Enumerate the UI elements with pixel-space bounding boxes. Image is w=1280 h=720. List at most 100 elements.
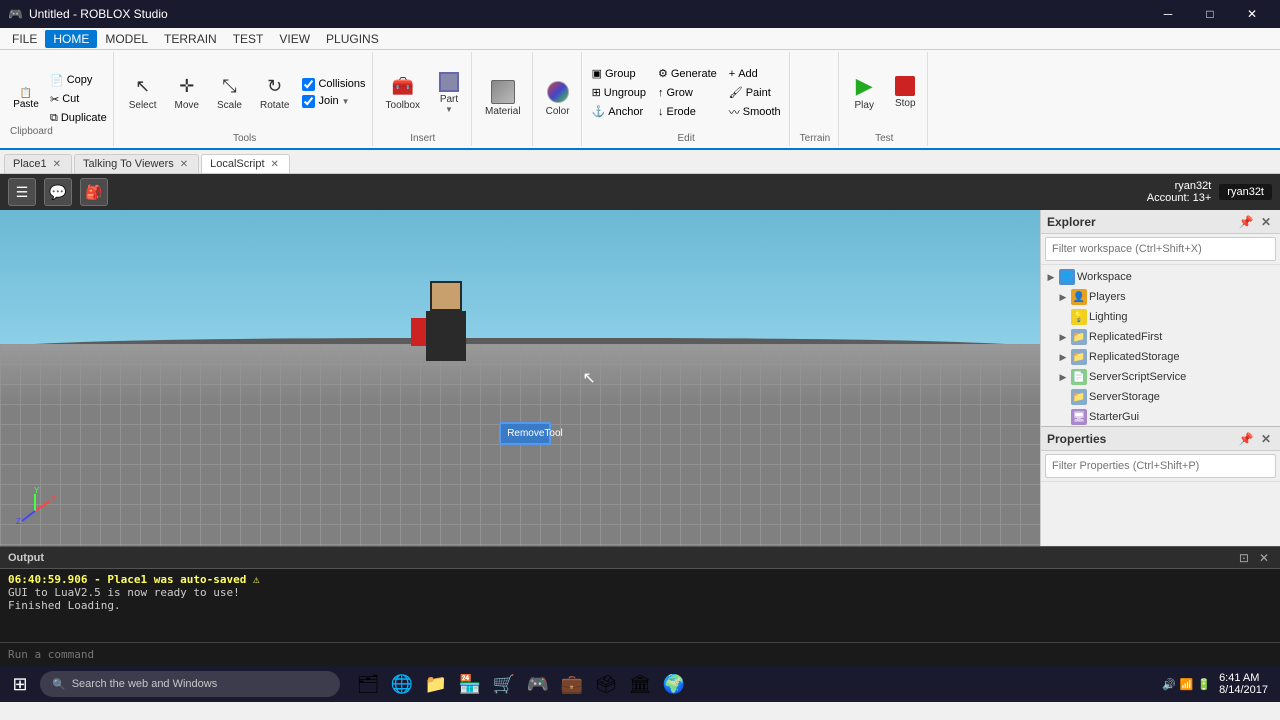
play-icon: ▶ (852, 74, 876, 98)
menu-test[interactable]: TEST (225, 30, 272, 48)
smooth-label: Smooth (743, 106, 781, 118)
generate-button[interactable]: ⚙ Generate (654, 65, 721, 83)
material-button[interactable]: Material (478, 72, 528, 124)
menu-plugins[interactable]: PLUGINS (318, 30, 387, 48)
part-icon (439, 72, 459, 92)
viewport[interactable]: RemoveTool ↖ X Y Z (0, 210, 1040, 546)
stop-button[interactable]: Stop (887, 67, 923, 119)
tree-item-players[interactable]: ▶ 👤 Players (1041, 287, 1280, 307)
join-check[interactable] (302, 95, 315, 108)
scale-button[interactable]: ⤡ Scale (210, 67, 249, 119)
cut-button[interactable]: ✂ Cut (46, 90, 111, 108)
explorer-close-button[interactable]: ✕ (1258, 214, 1274, 230)
output-popout-button[interactable]: ⊡ (1236, 551, 1252, 565)
tab-localscript-close[interactable]: ✕ (269, 159, 281, 170)
tools-checkboxes: Collisions Join ▼ (300, 77, 367, 109)
group-button[interactable]: ▣ Group (588, 65, 650, 83)
play-label: Play (855, 100, 874, 111)
taskbar-search[interactable]: 🔍 Search the web and Windows (40, 671, 340, 697)
menu-model[interactable]: MODEL (97, 30, 156, 48)
add-button[interactable]: + Add (725, 65, 785, 83)
tab-place1-close[interactable]: ✕ (51, 159, 63, 170)
start-button[interactable]: ⊞ (4, 668, 36, 700)
smooth-button[interactable]: 〰 Smooth (725, 103, 785, 121)
task-view-app[interactable]: 🗂 (352, 668, 384, 700)
badge-text: ryan32t (1227, 186, 1264, 198)
tree-item-replicated-storage[interactable]: ▶ 📁 ReplicatedStorage (1041, 347, 1280, 367)
starter-gui-label: StarterGui (1089, 411, 1139, 423)
copy-button[interactable]: 📄 Copy (46, 71, 111, 89)
ungroup-button[interactable]: ⊞ Ungroup (588, 84, 650, 102)
tree-item-server-storage[interactable]: ▶ 📁 ServerStorage (1041, 387, 1280, 407)
game-app[interactable]: 🎮 (522, 668, 554, 700)
menu-toggle-button[interactable]: ☰ (8, 178, 36, 206)
tab-place1[interactable]: Place1 ✕ (4, 154, 72, 173)
tab-talking-to-viewers[interactable]: Talking To Viewers ✕ (74, 154, 199, 173)
properties-close-button[interactable]: ✕ (1258, 431, 1274, 447)
test-content: ▶ Play Stop (845, 54, 923, 131)
join-checkbox[interactable]: Join ▼ (300, 94, 367, 109)
move-button[interactable]: ✛ Move (168, 67, 206, 119)
properties-filter-input[interactable] (1045, 454, 1276, 478)
explorer-filter (1041, 234, 1280, 265)
erode-button[interactable]: ↓ Erode (654, 103, 721, 121)
part-button[interactable]: Part ▼ (431, 67, 467, 119)
select-icon: ↖ (131, 74, 155, 98)
terrain-section: Terrain (792, 52, 840, 146)
material-section: Material (474, 52, 533, 146)
minimize-button[interactable]: ─ (1148, 3, 1188, 25)
account-display: Account: 13+ (1147, 192, 1212, 204)
amazon-app[interactable]: 🛒 (488, 668, 520, 700)
collisions-check[interactable] (302, 78, 315, 91)
tree-item-workspace[interactable]: ▶ 🌐 Workspace (1041, 267, 1280, 287)
taskbar-apps: 🗂 🌐 📁 🏪 🛒 🎮 💼 🗳 🏛 🌍 (352, 668, 690, 700)
rotate-button[interactable]: ↻ Rotate (253, 67, 296, 119)
explorer-app[interactable]: 📁 (420, 668, 452, 700)
duplicate-button[interactable]: ⧉ Duplicate (46, 109, 111, 127)
ground-grid (0, 344, 1040, 546)
explorer-pin-button[interactable]: 📌 (1238, 214, 1254, 230)
chat-button[interactable]: 💬 (44, 178, 72, 206)
output-close-button[interactable]: ✕ (1256, 551, 1272, 565)
work-app[interactable]: 💼 (556, 668, 588, 700)
search-icon: 🔍 (52, 678, 66, 691)
title-bar: 🎮 Untitled - ROBLOX Studio ─ □ ✕ (0, 0, 1280, 28)
select-button[interactable]: ↖ Select (122, 67, 164, 119)
tab-talking-close[interactable]: ✕ (178, 159, 190, 170)
output-line-loading: Finished Loading. (8, 599, 1272, 612)
menu-view[interactable]: VIEW (271, 30, 318, 48)
explorer-filter-input[interactable] (1045, 237, 1276, 261)
close-button[interactable]: ✕ (1232, 3, 1272, 25)
color-button[interactable]: Color (539, 72, 577, 124)
properties-pin-button[interactable]: 📌 (1238, 431, 1254, 447)
maximize-button[interactable]: □ (1190, 3, 1230, 25)
menu-home[interactable]: HOME (45, 30, 97, 48)
chrome-app[interactable]: 🌍 (658, 668, 690, 700)
anchor-button[interactable]: ⚓ Anchor (588, 103, 650, 121)
app1[interactable]: 🗳 (590, 668, 622, 700)
app2[interactable]: 🏛 (624, 668, 656, 700)
tree-item-replicated-first[interactable]: ▶ 📁 ReplicatedFirst (1041, 327, 1280, 347)
window-title: Untitled - ROBLOX Studio (29, 7, 168, 21)
tab-local-script[interactable]: LocalScript ✕ (201, 154, 290, 173)
grow-button[interactable]: ↑ Grow (654, 84, 721, 102)
command-input[interactable] (8, 648, 1272, 661)
add-icon: + (729, 68, 735, 80)
tree-item-server-script-service[interactable]: ▶ 📄 ServerScriptService (1041, 367, 1280, 387)
server-script-label: ServerScriptService (1089, 371, 1186, 383)
edge-app[interactable]: 🌐 (386, 668, 418, 700)
grow-icon: ↑ (658, 87, 664, 99)
output-content: 06:40:59.906 - Place1 was auto-saved ⚠ G… (0, 569, 1280, 642)
store-app[interactable]: 🏪 (454, 668, 486, 700)
tree-item-lighting[interactable]: ▶ 💡 Lighting (1041, 307, 1280, 327)
tree-item-starter-gui[interactable]: ▶ 🖥 StarterGui (1041, 407, 1280, 426)
paint-button[interactable]: 🖌 Paint (725, 84, 785, 102)
collisions-checkbox[interactable]: Collisions (300, 77, 367, 92)
play-button[interactable]: ▶ Play (845, 67, 883, 119)
sky-horizon (0, 210, 1040, 351)
app-icon: 🎮 (8, 7, 23, 21)
menu-file[interactable]: FILE (4, 30, 45, 48)
toolbox-button[interactable]: 🧰 Toolbox (379, 67, 427, 119)
menu-terrain[interactable]: TERRAIN (156, 30, 225, 48)
bag-button[interactable]: 🎒 (80, 178, 108, 206)
